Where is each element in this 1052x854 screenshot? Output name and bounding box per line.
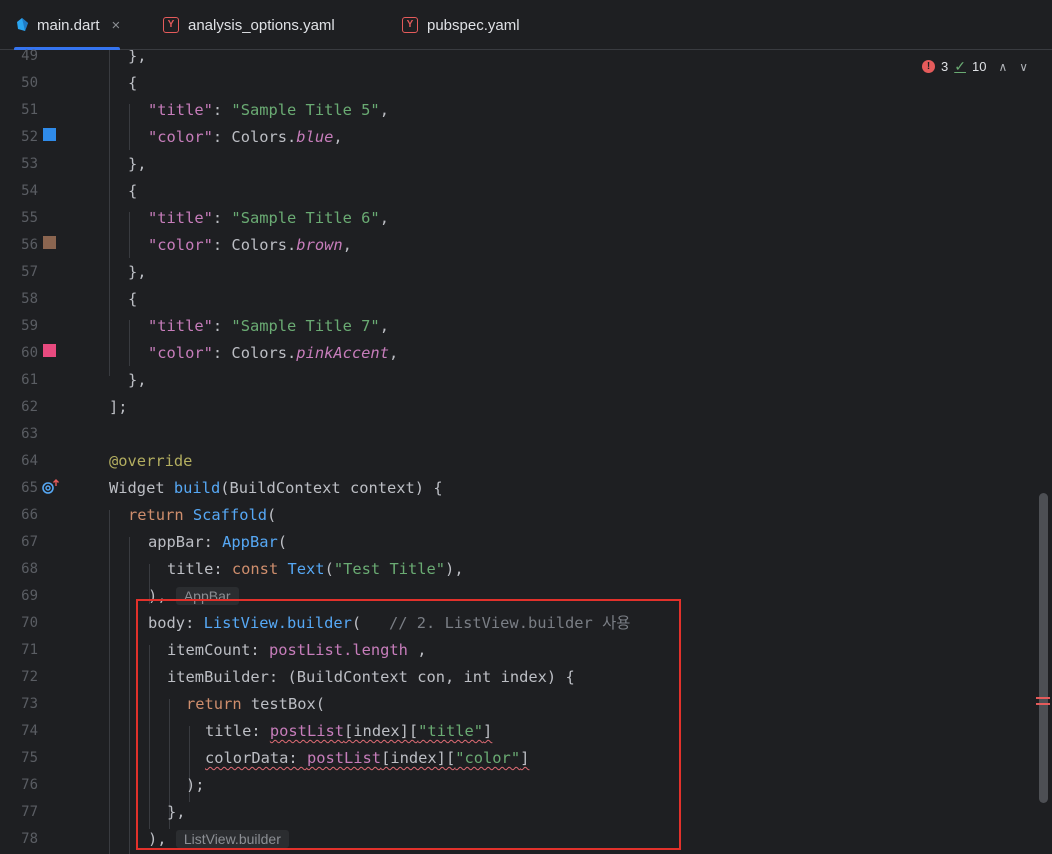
code-line-66: return Scaffold( [128,506,277,524]
code-line-59: "title": "Sample Title 7", [148,317,389,335]
line-number: 61 [21,372,38,388]
inspection-widget[interactable]: ! 3 ✓ 10 ∧ ∨ [922,58,1028,75]
line-number: 56 [21,237,38,253]
line-number: 53 [21,156,38,172]
code-line-50: { [128,74,138,92]
line-number: 69 [21,588,38,604]
line-number: 75 [21,750,38,766]
code-line-68: title: const Text("Test Title"), [167,560,464,578]
line-number: 50 [21,75,38,91]
line-number: 63 [21,426,38,442]
highlight-annotation-box [136,599,681,850]
close-tab-icon[interactable]: × [112,17,121,34]
line-number: 52 [21,129,38,145]
line-number: 62 [21,399,38,415]
yaml-file-icon: Y [402,17,418,33]
error-stripe-marker[interactable] [1036,697,1050,699]
code-line-67: appBar: AppBar( [148,533,288,551]
tab-label: analysis_options.yaml [188,16,335,34]
line-number: 59 [21,318,38,334]
color-swatch-pink-accent[interactable] [43,344,56,357]
line-gutter: 49 50 51 52 53 54 55 56 57 58 59 60 61 6… [0,48,88,854]
line-number: 78 [21,831,38,847]
override-method-icon[interactable] [41,479,61,495]
next-highlight-icon[interactable]: ∨ [1019,60,1028,74]
warning-count: 10 [971,59,987,74]
line-number: 67 [21,534,38,550]
code-line-54: { [128,182,138,200]
error-icon: ! [922,60,935,73]
line-number: 64 [21,453,38,469]
code-line-51: "title": "Sample Title 5", [148,101,389,119]
line-number: 70 [21,615,38,631]
line-number: 68 [21,561,38,577]
code-line-65: Widget build(BuildContext context) { [109,479,443,497]
line-number: 55 [21,210,38,226]
code-line-58: { [128,290,138,308]
tab-analysis-options[interactable]: Y analysis_options.yaml [163,0,335,50]
editor-tab-bar: main.dart × Y analysis_options.yaml Y pu… [0,0,1052,51]
code-line-52: "color": Colors.blue, [148,128,343,146]
line-number: 49 [21,48,38,64]
code-line-64: @override [109,452,193,470]
line-number: 76 [21,777,38,793]
tab-pubspec[interactable]: Y pubspec.yaml [402,0,520,50]
line-number: 58 [21,291,38,307]
line-number: 73 [21,696,38,712]
line-number: 77 [21,804,38,820]
line-number: 57 [21,264,38,280]
line-number: 66 [21,507,38,523]
code-line-61: }, [128,371,147,389]
code-line-49: }, [128,50,147,65]
line-number: 65 [21,480,38,496]
code-line-57: }, [128,263,147,281]
tab-label: main.dart [37,16,100,34]
line-number: 72 [21,669,38,685]
dart-file-icon [17,18,28,31]
code-line-60: "color": Colors.pinkAccent, [148,344,399,362]
vertical-scrollbar[interactable] [1039,493,1048,803]
error-stripe-marker[interactable] [1036,703,1050,705]
code-line-53: }, [128,155,147,173]
line-number: 74 [21,723,38,739]
color-swatch-brown[interactable] [43,236,56,249]
code-line-62: ]; [109,398,128,416]
code-line-55: "title": "Sample Title 6", [148,209,389,227]
line-number: 71 [21,642,38,658]
error-count: 3 [941,59,949,74]
line-number: 51 [21,102,38,118]
tab-label: pubspec.yaml [427,16,520,34]
previous-highlight-icon[interactable]: ∧ [998,60,1007,74]
line-number: 60 [21,345,38,361]
color-swatch-blue[interactable] [43,128,56,141]
code-line-56: "color": Colors.brown, [148,236,352,254]
warning-check-icon: ✓ [954,58,966,74]
yaml-file-icon: Y [163,17,179,33]
line-number: 54 [21,183,38,199]
